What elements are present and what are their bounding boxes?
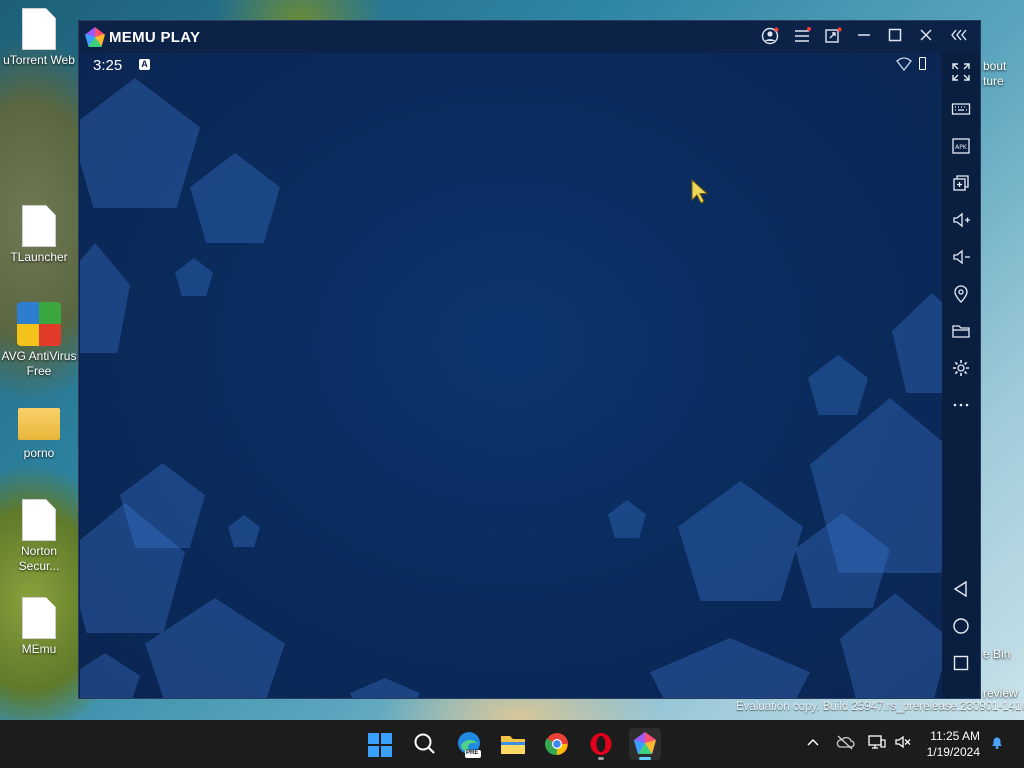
folder-icon[interactable] — [947, 317, 975, 345]
desktop-icon-tlauncher[interactable]: TLauncher — [0, 205, 78, 265]
file-explorer-icon — [501, 736, 525, 754]
search-button[interactable] — [409, 728, 441, 760]
memu-title: MEMU PLAY — [109, 28, 201, 46]
background-pentagon — [175, 258, 213, 296]
recents-icon[interactable] — [947, 649, 975, 677]
desktop-label-about-2: ture — [983, 74, 1004, 88]
memu-titlebar[interactable]: MEMU PLAY — [79, 21, 980, 53]
chrome-button[interactable] — [541, 728, 573, 760]
desktop-icon-memu[interactable]: MEmu — [0, 597, 78, 657]
android-screen[interactable]: 3:25 A — [80, 53, 942, 698]
opera-running-indicator — [598, 757, 604, 760]
search-icon — [414, 733, 435, 754]
home-icon[interactable] — [947, 612, 975, 640]
clock-time: 11:25 AM — [930, 729, 980, 743]
desktop-icon-avg[interactable]: AVG AntiVirus Free — [0, 302, 78, 379]
background-pentagon — [678, 481, 803, 601]
watermark-preview: review — [983, 686, 1018, 700]
mouse-cursor-icon — [691, 178, 709, 205]
back-icon[interactable] — [947, 575, 975, 603]
close-icon[interactable] — [915, 27, 937, 47]
apk-icon[interactable]: APK — [947, 132, 975, 160]
desktop-icon-norton[interactable]: Norton Secur... — [0, 499, 78, 574]
opera-icon — [590, 733, 612, 755]
background-pentagon — [840, 593, 942, 698]
keyboard-icon[interactable] — [947, 95, 975, 123]
document-icon — [22, 499, 56, 541]
background-pentagon — [650, 638, 810, 698]
edge-browser-button[interactable]: PRE — [453, 728, 485, 760]
memu-logo-icon — [85, 27, 105, 47]
document-icon — [22, 597, 56, 639]
wifi-icon — [896, 57, 912, 75]
memu-sidebar: APK — [942, 53, 980, 698]
file-explorer-button[interactable] — [497, 728, 529, 760]
notification-bell-icon[interactable] — [987, 734, 1007, 754]
fullscreen-icon[interactable] — [947, 58, 975, 86]
background-pentagon — [80, 653, 140, 698]
folder-icon — [18, 408, 60, 440]
desktop-icon-label: porno — [23, 446, 55, 460]
volume-muted-icon[interactable] — [893, 734, 913, 754]
desktop-label-recycle-bin[interactable]: e Bin — [983, 647, 1010, 661]
battery-icon — [919, 57, 926, 70]
show-hidden-icons-icon[interactable] — [803, 734, 823, 754]
network-icon[interactable] — [867, 734, 887, 754]
background-pentagon — [350, 678, 420, 698]
android-status-bar: 3:25 A — [80, 53, 942, 77]
memu-active-indicator — [639, 757, 651, 760]
restore-screen-icon[interactable] — [822, 27, 844, 47]
opera-button[interactable] — [585, 728, 617, 760]
background-pentagon — [190, 153, 280, 243]
background-pentagon — [892, 293, 942, 393]
memu-taskbar-button[interactable] — [629, 728, 661, 760]
multi-instance-icon[interactable] — [947, 169, 975, 197]
background-pentagon — [80, 78, 200, 208]
memu-icon — [634, 732, 656, 754]
desktop-icon-label: AVG AntiVirus Free — [1, 349, 77, 378]
taskbar: PRE 11:25 AM 1/19/2024 — [0, 720, 1024, 768]
background-pentagon — [808, 355, 868, 415]
desktop-label-about[interactable]: bout — [983, 59, 1006, 73]
desktop-icon-label: TLauncher — [10, 250, 68, 264]
desktop-icon-folder[interactable]: porno — [0, 402, 78, 461]
more-icon[interactable] — [947, 391, 975, 419]
windows-watermark: Evaluation copy. Build 25947.rs_prerelea… — [736, 701, 1024, 713]
desktop-icon-label: MEmu — [21, 642, 57, 656]
svg-text:APK: APK — [955, 144, 968, 151]
memu-logo: MEMU PLAY — [85, 27, 200, 47]
document-icon — [22, 205, 56, 247]
desktop-icon-label: uTorrent Web — [3, 53, 75, 67]
windows-logo-icon — [368, 733, 392, 757]
account-icon[interactable] — [759, 27, 781, 47]
onedrive-offline-icon[interactable] — [835, 734, 855, 754]
clock-date: 1/19/2024 — [926, 745, 980, 759]
volume-up-icon[interactable] — [947, 206, 975, 234]
menu-icon[interactable] — [791, 27, 813, 47]
avg-antivirus-icon — [17, 302, 61, 346]
background-pentagon — [80, 243, 130, 353]
desktop-icon-label: Norton Secur... — [18, 544, 60, 573]
edge-pre-badge: PRE — [466, 750, 479, 756]
volume-down-icon[interactable] — [947, 243, 975, 271]
memu-window: MEMU PLAY 3:25 A APK — [78, 20, 981, 699]
settings-icon[interactable] — [947, 354, 975, 382]
collapse-sidebar-icon[interactable] — [949, 27, 971, 47]
desktop-icon-utorrent[interactable]: uTorrent Web — [0, 8, 78, 68]
notification-badge-icon: A — [139, 59, 150, 70]
background-pentagon — [608, 500, 646, 538]
location-icon[interactable] — [947, 280, 975, 308]
minimize-icon[interactable] — [853, 27, 875, 47]
document-icon — [22, 8, 56, 50]
taskbar-clock[interactable]: 11:25 AM 1/19/2024 — [927, 728, 980, 760]
maximize-icon[interactable] — [884, 27, 906, 47]
chrome-icon — [544, 733, 568, 756]
start-button[interactable] — [364, 728, 396, 760]
android-clock: 3:25 — [93, 57, 123, 74]
background-pentagon — [228, 515, 260, 547]
